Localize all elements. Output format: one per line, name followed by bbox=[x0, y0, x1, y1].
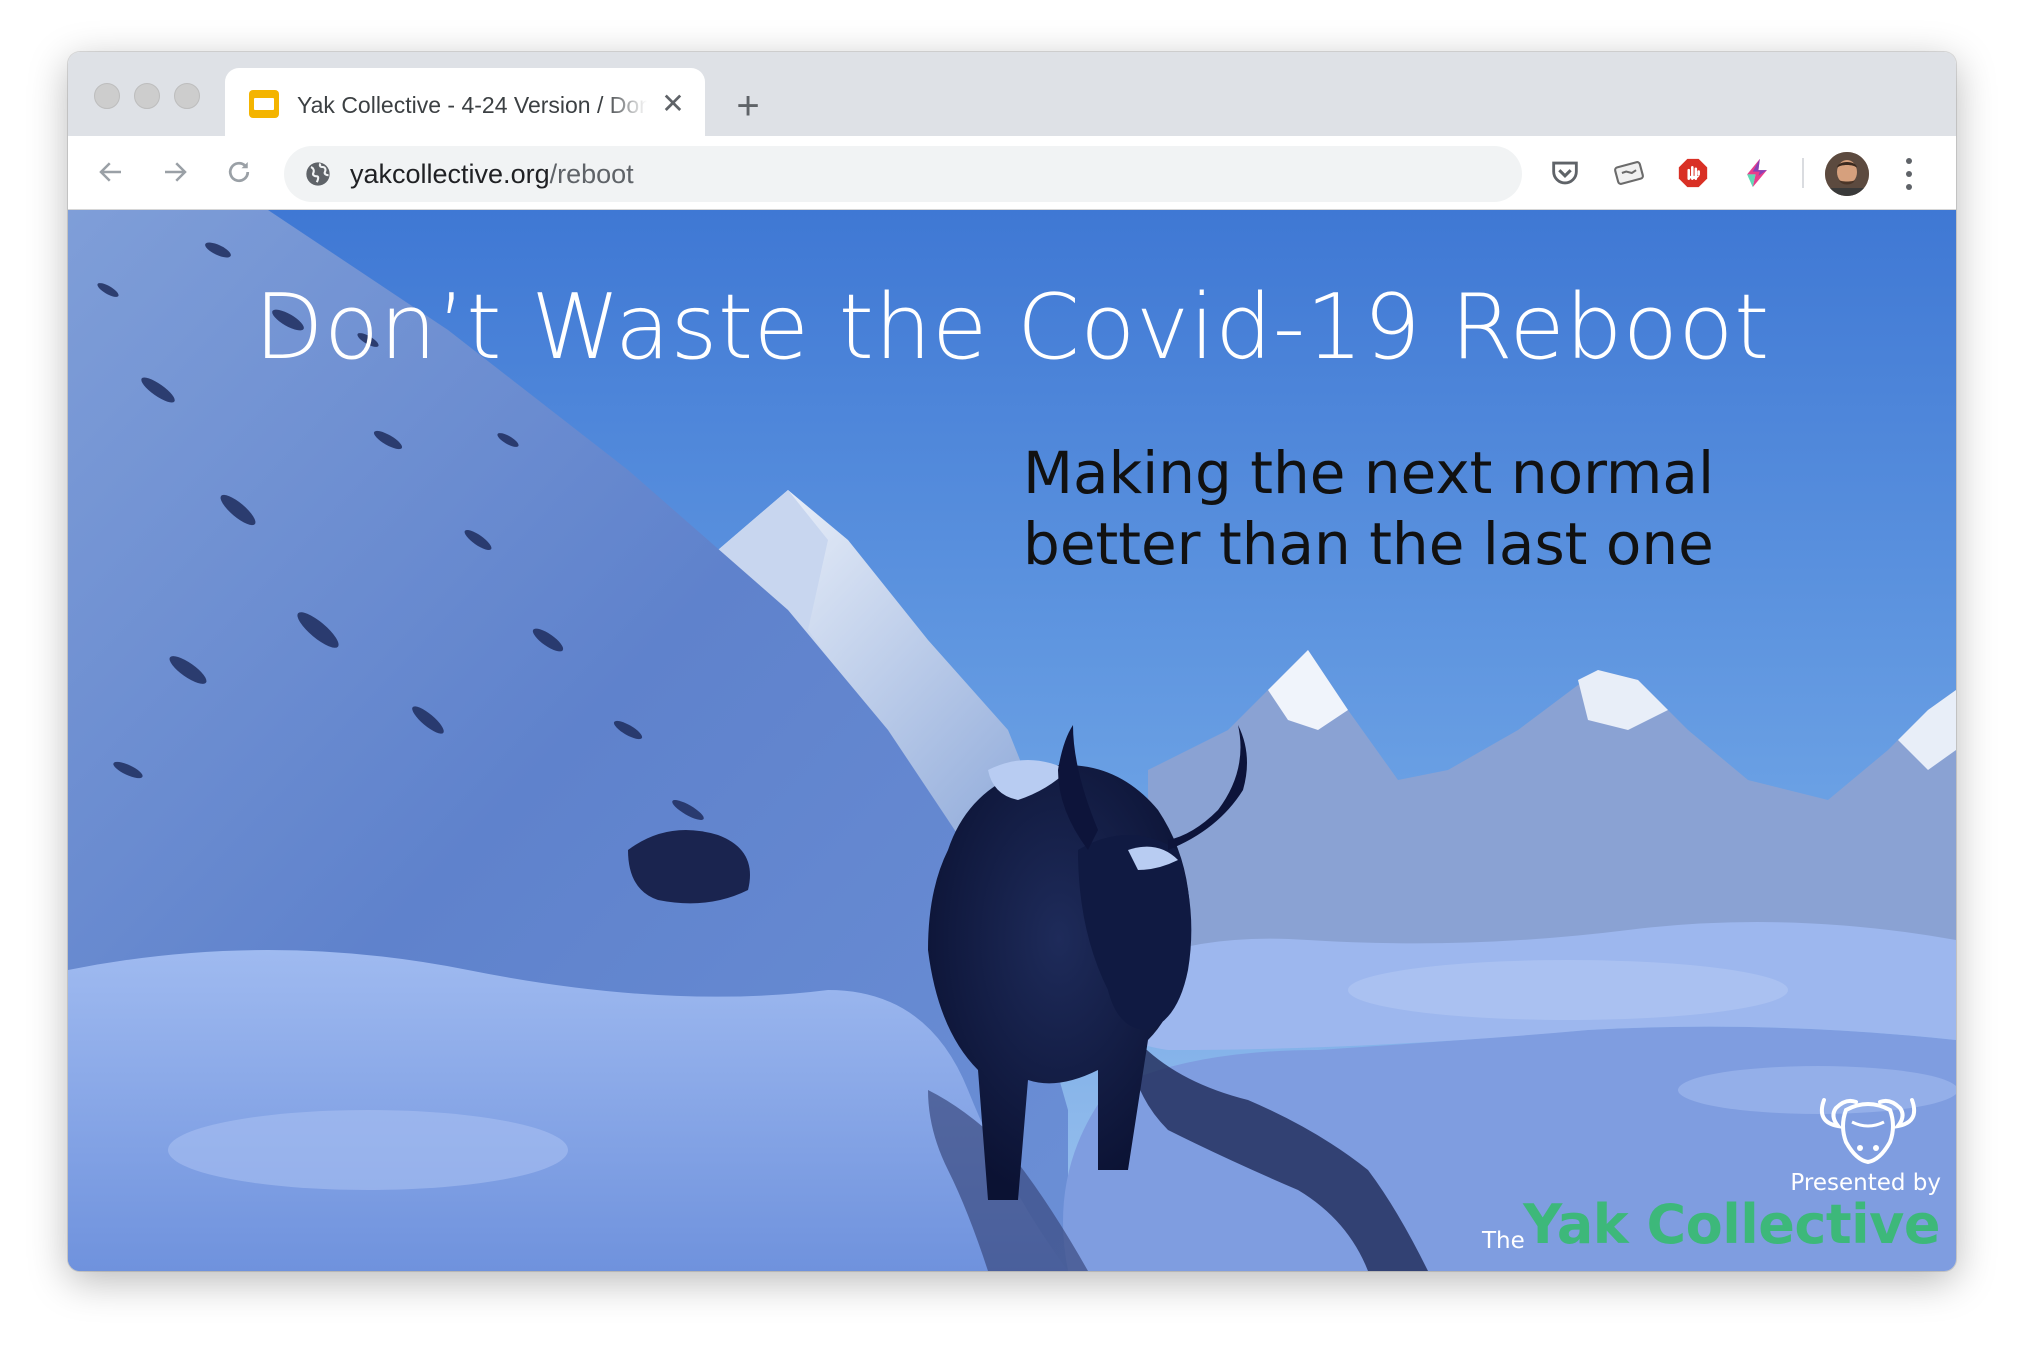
zoom-window-button[interactable] bbox=[174, 83, 200, 109]
brand-prefix: The bbox=[1482, 1228, 1525, 1254]
globe-icon bbox=[306, 162, 330, 186]
adblock-extension-button[interactable] bbox=[1675, 155, 1711, 191]
subtitle-line: Making the next normal bbox=[1023, 439, 1715, 507]
profile-photo bbox=[1825, 152, 1869, 196]
arrow-right-icon bbox=[165, 162, 187, 182]
browser-toolbar: yakcollective.org/reboot bbox=[68, 136, 1956, 210]
browser-menu-button[interactable] bbox=[1904, 158, 1914, 190]
notes-icon bbox=[1614, 161, 1644, 185]
new-tab-button[interactable]: + bbox=[728, 86, 768, 128]
profile-avatar[interactable] bbox=[1825, 152, 1869, 196]
pocket-icon bbox=[1552, 161, 1578, 185]
brand-name: Yak Collective bbox=[1523, 1193, 1940, 1256]
google-slides-icon bbox=[249, 90, 279, 118]
tab-title: Yak Collective - 4-24 Version / Don't Wa… bbox=[297, 92, 647, 118]
subtitle-line: better than the last one bbox=[1023, 510, 1714, 578]
back-button[interactable] bbox=[89, 150, 133, 194]
menu-dot bbox=[1906, 184, 1912, 190]
address-bar[interactable]: yakcollective.org/reboot bbox=[284, 146, 1522, 202]
reload-button[interactable] bbox=[217, 150, 261, 194]
slide-subtitle: Making the next normal better than the l… bbox=[1023, 438, 1843, 580]
tab-strip: Yak Collective - 4-24 Version / Don't Wa… bbox=[68, 52, 1956, 136]
arrow-left-icon bbox=[99, 162, 121, 182]
browser-tab-active[interactable]: Yak Collective - 4-24 Version / Don't Wa… bbox=[225, 68, 705, 136]
url-path: /reboot bbox=[549, 159, 634, 189]
browser-window: Yak Collective - 4-24 Version / Don't Wa… bbox=[68, 52, 1956, 1271]
adblock-icon bbox=[1678, 158, 1708, 188]
bolt-icon bbox=[1747, 158, 1767, 188]
url-domain: yakcollective.org bbox=[350, 159, 550, 189]
url-text: yakcollective.org/reboot bbox=[350, 158, 634, 190]
menu-dot bbox=[1906, 171, 1912, 177]
forward-button[interactable] bbox=[153, 150, 197, 194]
reload-icon bbox=[228, 161, 250, 183]
page-content: Don’t Waste the Covid-19 Reboot Making t… bbox=[68, 210, 1956, 1271]
toolbar-divider bbox=[1802, 158, 1804, 188]
pocket-extension-button[interactable] bbox=[1547, 155, 1583, 191]
notes-extension-button[interactable] bbox=[1611, 155, 1647, 191]
yak-logo-icon bbox=[1819, 1098, 1917, 1165]
bolt-extension-button[interactable] bbox=[1739, 155, 1775, 191]
minimize-window-button[interactable] bbox=[134, 83, 160, 109]
close-window-button[interactable] bbox=[94, 83, 120, 109]
menu-dot bbox=[1906, 158, 1912, 164]
slide-headline: Don’t Waste the Covid-19 Reboot bbox=[254, 275, 1770, 380]
close-tab-icon[interactable]: ✕ bbox=[657, 88, 689, 120]
